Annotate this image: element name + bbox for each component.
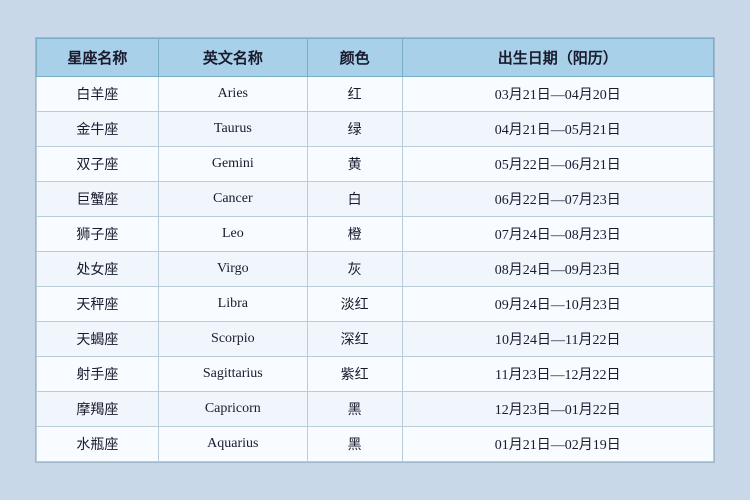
cell-color: 白 bbox=[307, 182, 402, 217]
table-row: 狮子座Leo橙07月24日—08月23日 bbox=[37, 217, 714, 252]
cell-chinese: 金牛座 bbox=[37, 112, 159, 147]
cell-date: 12月23日—01月22日 bbox=[402, 392, 713, 427]
cell-color: 淡红 bbox=[307, 287, 402, 322]
cell-chinese: 巨蟹座 bbox=[37, 182, 159, 217]
cell-date: 10月24日—11月22日 bbox=[402, 322, 713, 357]
cell-chinese: 射手座 bbox=[37, 357, 159, 392]
cell-date: 08月24日—09月23日 bbox=[402, 252, 713, 287]
table-row: 摩羯座Capricorn黑12月23日—01月22日 bbox=[37, 392, 714, 427]
cell-date: 07月24日—08月23日 bbox=[402, 217, 713, 252]
cell-english: Capricorn bbox=[158, 392, 307, 427]
header-date: 出生日期（阳历） bbox=[402, 39, 713, 77]
zodiac-table: 星座名称 英文名称 颜色 出生日期（阳历） 白羊座Aries红03月21日—04… bbox=[36, 38, 714, 462]
cell-english: Gemini bbox=[158, 147, 307, 182]
cell-color: 黄 bbox=[307, 147, 402, 182]
cell-english: Libra bbox=[158, 287, 307, 322]
header-chinese: 星座名称 bbox=[37, 39, 159, 77]
cell-color: 灰 bbox=[307, 252, 402, 287]
cell-english: Cancer bbox=[158, 182, 307, 217]
cell-english: Sagittarius bbox=[158, 357, 307, 392]
table-row: 巨蟹座Cancer白06月22日—07月23日 bbox=[37, 182, 714, 217]
cell-date: 05月22日—06月21日 bbox=[402, 147, 713, 182]
cell-chinese: 摩羯座 bbox=[37, 392, 159, 427]
table-body: 白羊座Aries红03月21日—04月20日金牛座Taurus绿04月21日—0… bbox=[37, 77, 714, 462]
cell-color: 深红 bbox=[307, 322, 402, 357]
cell-date: 01月21日—02月19日 bbox=[402, 427, 713, 462]
header-english: 英文名称 bbox=[158, 39, 307, 77]
cell-date: 03月21日—04月20日 bbox=[402, 77, 713, 112]
cell-chinese: 白羊座 bbox=[37, 77, 159, 112]
cell-color: 绿 bbox=[307, 112, 402, 147]
table-row: 金牛座Taurus绿04月21日—05月21日 bbox=[37, 112, 714, 147]
cell-color: 紫红 bbox=[307, 357, 402, 392]
cell-english: Taurus bbox=[158, 112, 307, 147]
cell-chinese: 水瓶座 bbox=[37, 427, 159, 462]
cell-date: 04月21日—05月21日 bbox=[402, 112, 713, 147]
cell-color: 橙 bbox=[307, 217, 402, 252]
cell-date: 06月22日—07月23日 bbox=[402, 182, 713, 217]
cell-chinese: 狮子座 bbox=[37, 217, 159, 252]
table-header-row: 星座名称 英文名称 颜色 出生日期（阳历） bbox=[37, 39, 714, 77]
table-row: 白羊座Aries红03月21日—04月20日 bbox=[37, 77, 714, 112]
table-row: 射手座Sagittarius紫红11月23日—12月22日 bbox=[37, 357, 714, 392]
cell-chinese: 天秤座 bbox=[37, 287, 159, 322]
cell-date: 09月24日—10月23日 bbox=[402, 287, 713, 322]
cell-color: 红 bbox=[307, 77, 402, 112]
cell-color: 黑 bbox=[307, 392, 402, 427]
cell-chinese: 处女座 bbox=[37, 252, 159, 287]
cell-english: Scorpio bbox=[158, 322, 307, 357]
table-row: 双子座Gemini黄05月22日—06月21日 bbox=[37, 147, 714, 182]
cell-chinese: 天蝎座 bbox=[37, 322, 159, 357]
cell-english: Aquarius bbox=[158, 427, 307, 462]
cell-color: 黑 bbox=[307, 427, 402, 462]
cell-date: 11月23日—12月22日 bbox=[402, 357, 713, 392]
table-row: 水瓶座Aquarius黑01月21日—02月19日 bbox=[37, 427, 714, 462]
table-row: 处女座Virgo灰08月24日—09月23日 bbox=[37, 252, 714, 287]
table-row: 天蝎座Scorpio深红10月24日—11月22日 bbox=[37, 322, 714, 357]
zodiac-table-container: 星座名称 英文名称 颜色 出生日期（阳历） 白羊座Aries红03月21日—04… bbox=[35, 37, 715, 463]
cell-english: Aries bbox=[158, 77, 307, 112]
cell-chinese: 双子座 bbox=[37, 147, 159, 182]
cell-english: Leo bbox=[158, 217, 307, 252]
table-row: 天秤座Libra淡红09月24日—10月23日 bbox=[37, 287, 714, 322]
cell-english: Virgo bbox=[158, 252, 307, 287]
header-color: 颜色 bbox=[307, 39, 402, 77]
